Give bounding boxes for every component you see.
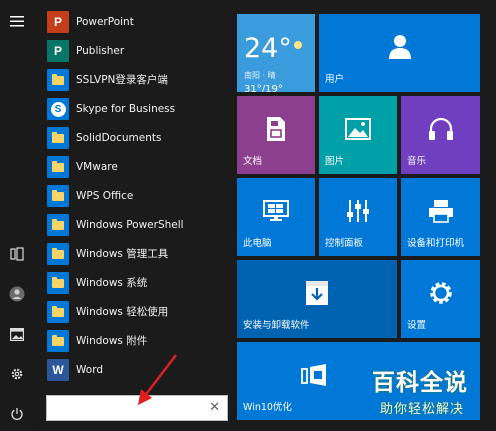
- skype-icon: S: [47, 98, 69, 120]
- photos-icon[interactable]: [5, 322, 29, 346]
- powerpoint-icon: P: [47, 11, 69, 33]
- folder-icon: [47, 272, 69, 294]
- tile-this-pc[interactable]: 此电脑: [237, 178, 315, 256]
- app-list-item-label: Word: [76, 364, 103, 376]
- folder-icon: [47, 69, 69, 91]
- app-list-item-label: WPS Office: [76, 190, 134, 202]
- power-icon[interactable]: [5, 402, 29, 426]
- tile-win10-optimize-label: Win10优化: [243, 402, 292, 413]
- app-list-item[interactable]: VMware: [36, 153, 228, 182]
- sunny-icon: [294, 41, 302, 49]
- app-list-item[interactable]: P PowerPoint: [36, 8, 228, 37]
- tile-control-panel[interactable]: 控制面板: [319, 178, 397, 256]
- start-rail: [0, 0, 36, 431]
- tile-pictures[interactable]: 图片: [319, 96, 397, 174]
- app-list-item-label: PowerPoint: [76, 16, 134, 28]
- app-list: P PowerPoint P Publisher SSLVPN登录客户端 S Skype f…: [36, 8, 228, 385]
- app-list-item-label: Windows 附件: [76, 335, 148, 347]
- word-icon: W: [47, 359, 69, 381]
- tile-this-pc-label: 此电脑: [243, 238, 272, 249]
- install-box-icon: [306, 280, 328, 305]
- app-list-item[interactable]: Windows 附件: [36, 327, 228, 356]
- tile-music[interactable]: 音乐: [401, 96, 480, 174]
- weather-tile[interactable]: 24° 南阳 · 晴 31°/19°: [237, 14, 315, 92]
- app-list-item-label: SolidDocuments: [76, 132, 162, 144]
- publisher-icon: P: [47, 40, 69, 62]
- app-list-item-label: SSLVPN登录客户端: [76, 74, 168, 86]
- tile-documents-label: 文档: [243, 156, 263, 167]
- weather-city: 南阳 · 晴: [244, 71, 276, 80]
- document-icon: [267, 116, 285, 141]
- printer-icon: [428, 199, 453, 223]
- app-list-item[interactable]: P Publisher: [36, 37, 228, 66]
- settings-gear-icon[interactable]: [5, 362, 29, 386]
- folder-icon: [47, 330, 69, 352]
- folder-icon: [47, 301, 69, 323]
- app-list-item[interactable]: Windows 系统: [36, 269, 228, 298]
- user-icon: [388, 34, 411, 59]
- weather-range: 31°/19°: [244, 84, 283, 92]
- app-list-item[interactable]: SolidDocuments: [36, 124, 228, 153]
- tile-devices-printers[interactable]: 设备和打印机: [401, 178, 480, 256]
- app-list-item[interactable]: Windows 管理工具: [36, 240, 228, 269]
- watermark-subtitle: 助你轻松解决: [380, 402, 465, 417]
- tile-user[interactable]: 用户: [319, 14, 480, 92]
- clear-search-icon[interactable]: ✕: [209, 401, 220, 415]
- tile-settings[interactable]: 设置: [401, 260, 480, 338]
- app-list-item-label: VMware: [76, 161, 118, 173]
- app-list-item-label: Windows 管理工具: [76, 248, 169, 260]
- app-list-item[interactable]: Windows PowerShell: [36, 211, 228, 240]
- tile-control-panel-label: 控制面板: [325, 238, 364, 249]
- app-list-item-label: Windows PowerShell: [76, 219, 184, 231]
- tile-documents[interactable]: 文档: [237, 96, 315, 174]
- start-menu: P PowerPoint P Publisher SSLVPN登录客户端 S Skype f…: [0, 0, 496, 431]
- folder-icon: [47, 214, 69, 236]
- user-account-icon[interactable]: [5, 282, 29, 306]
- app-list-item-label: Windows 系统: [76, 277, 148, 289]
- tile-pictures-label: 图片: [325, 156, 345, 167]
- tile-settings-label: 设置: [407, 320, 427, 331]
- gear-icon: [429, 282, 452, 304]
- folder-icon: [47, 156, 69, 178]
- tile-user-label: 用户: [325, 74, 345, 85]
- annotation-arrow-icon: [138, 354, 177, 405]
- win10-optimize-icon: [300, 363, 326, 386]
- folder-icon: [47, 243, 69, 265]
- folder-icon: [47, 185, 69, 207]
- tablet-icon[interactable]: [5, 242, 29, 266]
- folder-icon: [47, 127, 69, 149]
- app-list-item[interactable]: Windows 轻松使用: [36, 298, 228, 327]
- app-list-item[interactable]: S Skype for Business: [36, 95, 228, 124]
- hamburger-menu-icon[interactable]: [5, 9, 29, 33]
- watermark-title: 百科全说: [372, 370, 468, 396]
- tile-music-label: 音乐: [407, 156, 427, 167]
- headphones-icon: [428, 117, 453, 140]
- computer-icon: [263, 199, 289, 221]
- sliders-icon: [347, 199, 369, 222]
- app-list-item-label: Publisher: [76, 45, 125, 57]
- tile-install-uninstall-label: 安装与卸载软件: [243, 320, 310, 331]
- app-list-item-label: Skype for Business: [76, 103, 176, 115]
- picture-icon: [345, 117, 371, 140]
- tile-devices-printers-label: 设备和打印机: [407, 238, 465, 249]
- app-list-item[interactable]: SSLVPN登录客户端: [36, 66, 228, 95]
- watermark: 百科全说 助你轻松解决: [368, 369, 490, 425]
- tile-install-uninstall[interactable]: 安装与卸载软件: [237, 260, 397, 338]
- weather-temperature: 24°: [244, 33, 292, 64]
- app-list-item[interactable]: WPS Office: [36, 182, 228, 211]
- app-list-item-label: Windows 轻松使用: [76, 306, 169, 318]
